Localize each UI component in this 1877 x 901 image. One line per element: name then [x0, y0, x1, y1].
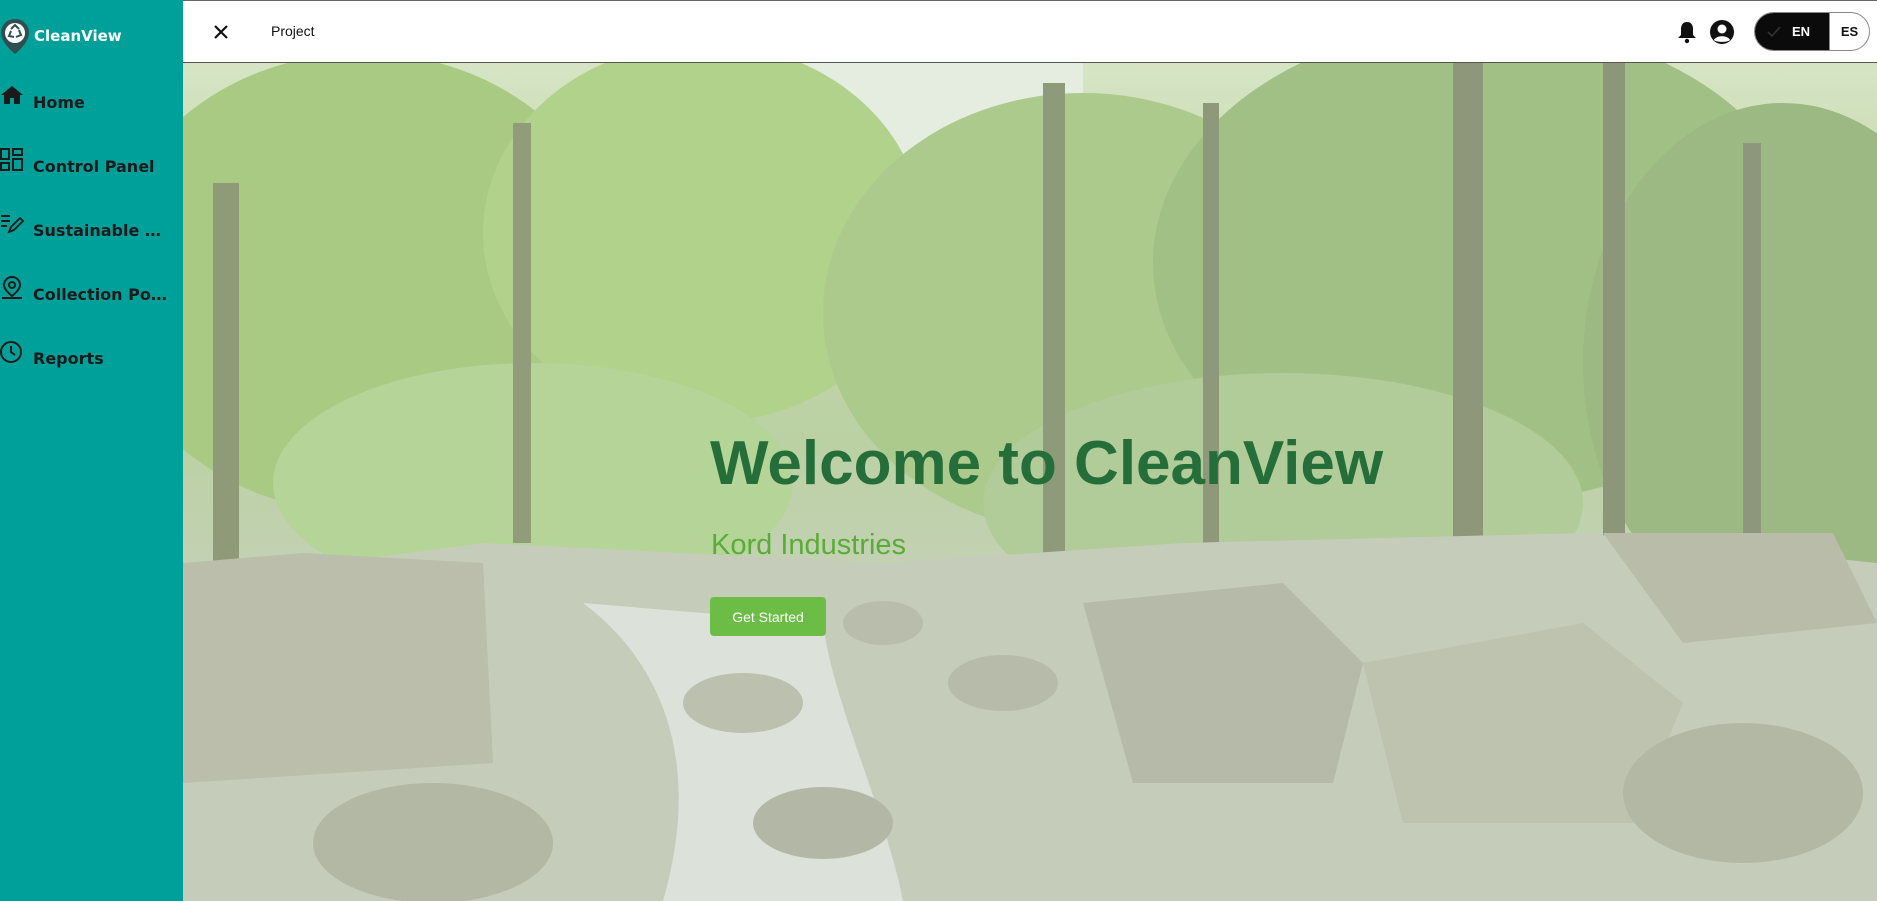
page-title: Project	[271, 23, 315, 39]
brand[interactable]: CleanView	[0, 17, 122, 55]
sidebar-item-label: Reports	[33, 349, 104, 368]
get-started-button[interactable]: Get Started	[710, 597, 826, 636]
language-toggle: EN ES	[1754, 12, 1870, 51]
location-pin-icon	[2, 276, 22, 299]
sidebar-item-home[interactable]: Home	[0, 80, 183, 120]
recycle-logo-icon	[1, 19, 29, 54]
language-option-label: ES	[1840, 24, 1859, 39]
sidebar: CleanView Home Control Panel Sustainable…	[0, 0, 183, 901]
sidebar-item-label: Home	[33, 93, 85, 112]
hero-heading: Welcome to CleanView	[710, 429, 1384, 498]
sidebar-item-collection-points[interactable]: Collection Points	[0, 272, 183, 312]
sidebar-item-sustainable-actions[interactable]: Sustainable Act...	[0, 208, 183, 248]
account-circle-icon[interactable]	[1709, 19, 1735, 45]
dashboard-icon	[0, 148, 23, 171]
close-icon[interactable]	[209, 20, 233, 44]
clock-icon	[0, 341, 22, 363]
sidebar-item-label: Sustainable Act...	[33, 221, 169, 240]
brand-name: CleanView	[34, 27, 122, 45]
check-icon	[1767, 26, 1781, 38]
top-bar: Project EN ES	[183, 0, 1877, 63]
sidebar-item-reports[interactable]: Reports	[0, 336, 183, 376]
language-option-en[interactable]: EN	[1755, 13, 1830, 50]
sidebar-item-label: Collection Points	[33, 285, 169, 304]
home-icon	[1, 86, 23, 104]
bell-icon[interactable]	[1675, 20, 1699, 44]
sidebar-item-control-panel[interactable]: Control Panel	[0, 144, 183, 184]
language-option-label: EN	[1791, 24, 1811, 39]
language-option-es[interactable]: ES	[1829, 13, 1869, 50]
edit-list-icon	[1, 215, 24, 234]
hero-section: Welcome to CleanView Kord Industries Get…	[183, 63, 1877, 901]
sidebar-item-label: Control Panel	[33, 157, 155, 176]
hero-subheading: Kord Industries	[711, 529, 907, 561]
